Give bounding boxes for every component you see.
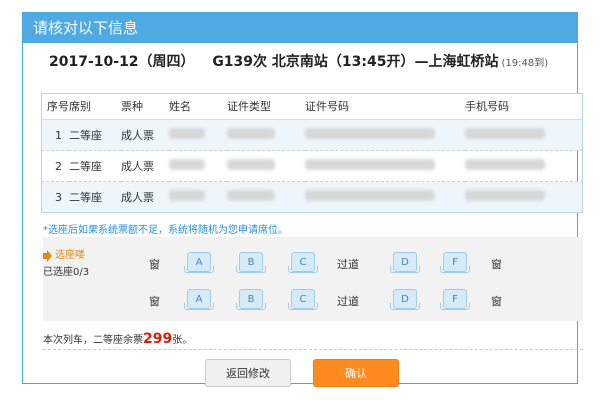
passenger-table: 序号 席别 票种 姓名 证件类型 证件号码 手机号码 1 二等座 成人票 2 二… <box>41 93 583 213</box>
window-label: 窗 <box>491 258 502 271</box>
row-ticket-type: 成人票 <box>121 181 169 213</box>
seat-selector-title: 选座喽 <box>43 246 85 262</box>
trip-sep: — <box>414 54 429 70</box>
row-seat-class: 二等座 <box>69 181 121 213</box>
seat-a-row2[interactable]: A <box>184 289 214 310</box>
redacted-name <box>169 190 205 201</box>
redacted-phone <box>465 190 545 201</box>
row-ticket-type: 成人票 <box>121 119 169 151</box>
remaining-tickets: 本次列车，二等座余票299张。 <box>43 331 192 347</box>
row-seat-class: 二等座 <box>69 150 121 182</box>
confirm-button[interactable]: 确认 <box>313 359 399 387</box>
redacted-id-number <box>305 190 435 201</box>
col-header-ticket-type: 票种 <box>121 93 169 120</box>
redacted-id-type <box>227 190 275 201</box>
redacted-id-number <box>305 159 435 170</box>
window-label: 窗 <box>491 295 502 308</box>
divider <box>43 349 583 350</box>
seat-c-row1[interactable]: C <box>288 252 318 273</box>
seat-d-row1[interactable]: D <box>390 252 420 273</box>
redacted-phone <box>465 159 545 170</box>
trip-to: 上海虹桥站 <box>428 54 499 70</box>
col-header-name: 姓名 <box>169 93 227 120</box>
table-row: 2 二等座 成人票 <box>41 150 583 182</box>
seat-selector-title-text: 选座喽 <box>55 250 85 261</box>
speaker-icon <box>43 250 52 262</box>
seat-f-row1[interactable]: F <box>440 252 470 273</box>
seat-b-row2[interactable]: B <box>236 289 266 310</box>
col-header-id-number: 证件号码 <box>305 93 465 120</box>
seat-a-row1[interactable]: A <box>184 252 214 273</box>
trip-date: 2017-10-12（周四） <box>49 54 195 70</box>
seat-f-row2[interactable]: F <box>440 289 470 310</box>
window-label: 窗 <box>149 295 160 308</box>
table-header-row: 序号 席别 票种 姓名 证件类型 证件号码 手机号码 <box>41 93 583 120</box>
seat-note: *选座后如果系统票额不足，系统将随机为您申请席位。 <box>43 225 288 236</box>
redacted-name <box>169 159 205 170</box>
seat-c-row2[interactable]: C <box>288 289 318 310</box>
aisle-label: 过道 <box>337 295 359 308</box>
redacted-id-number <box>305 128 435 139</box>
back-edit-button[interactable]: 返回修改 <box>205 359 291 387</box>
row-no: 3 <box>41 181 69 213</box>
redacted-id-type <box>227 159 275 170</box>
dialog-title: 请核对以下信息 <box>23 13 577 43</box>
trip-train: G139次 <box>212 54 268 70</box>
col-header-no: 序号 <box>41 93 69 120</box>
row-ticket-type: 成人票 <box>121 150 169 182</box>
redacted-phone <box>465 128 545 139</box>
trip-info: 2017-10-12（周四） G139次 北京南站（13:45开）—上海虹桥站(… <box>49 51 548 71</box>
col-header-id-type: 证件类型 <box>227 93 305 120</box>
redacted-id-type <box>227 128 275 139</box>
remaining-count: 299 <box>143 331 173 347</box>
row-no: 1 <box>41 119 69 151</box>
remaining-suffix: 张。 <box>172 335 193 346</box>
seat-b-row1[interactable]: B <box>236 252 266 273</box>
table-row: 3 二等座 成人票 <box>41 181 583 213</box>
table-row: 1 二等座 成人票 <box>41 119 583 151</box>
trip-from: 北京南站（13:45开） <box>271 54 415 70</box>
aisle-label: 过道 <box>337 258 359 271</box>
window-label: 窗 <box>149 258 160 271</box>
remaining-prefix: 本次列车，二等座余票 <box>43 335 143 346</box>
redacted-name <box>169 128 205 139</box>
row-seat-class: 二等座 <box>69 119 121 151</box>
confirm-dialog: 请核对以下信息 2017-10-12（周四） G139次 北京南站（13:45开… <box>22 12 583 387</box>
seat-d-row2[interactable]: D <box>390 289 420 310</box>
col-header-phone: 手机号码 <box>465 93 583 120</box>
col-header-seat-class: 席别 <box>69 93 121 120</box>
seat-selected-count: 已选座0/3 <box>43 267 90 278</box>
row-no: 2 <box>41 150 69 182</box>
trip-arrive: (19:48到) <box>501 58 549 69</box>
